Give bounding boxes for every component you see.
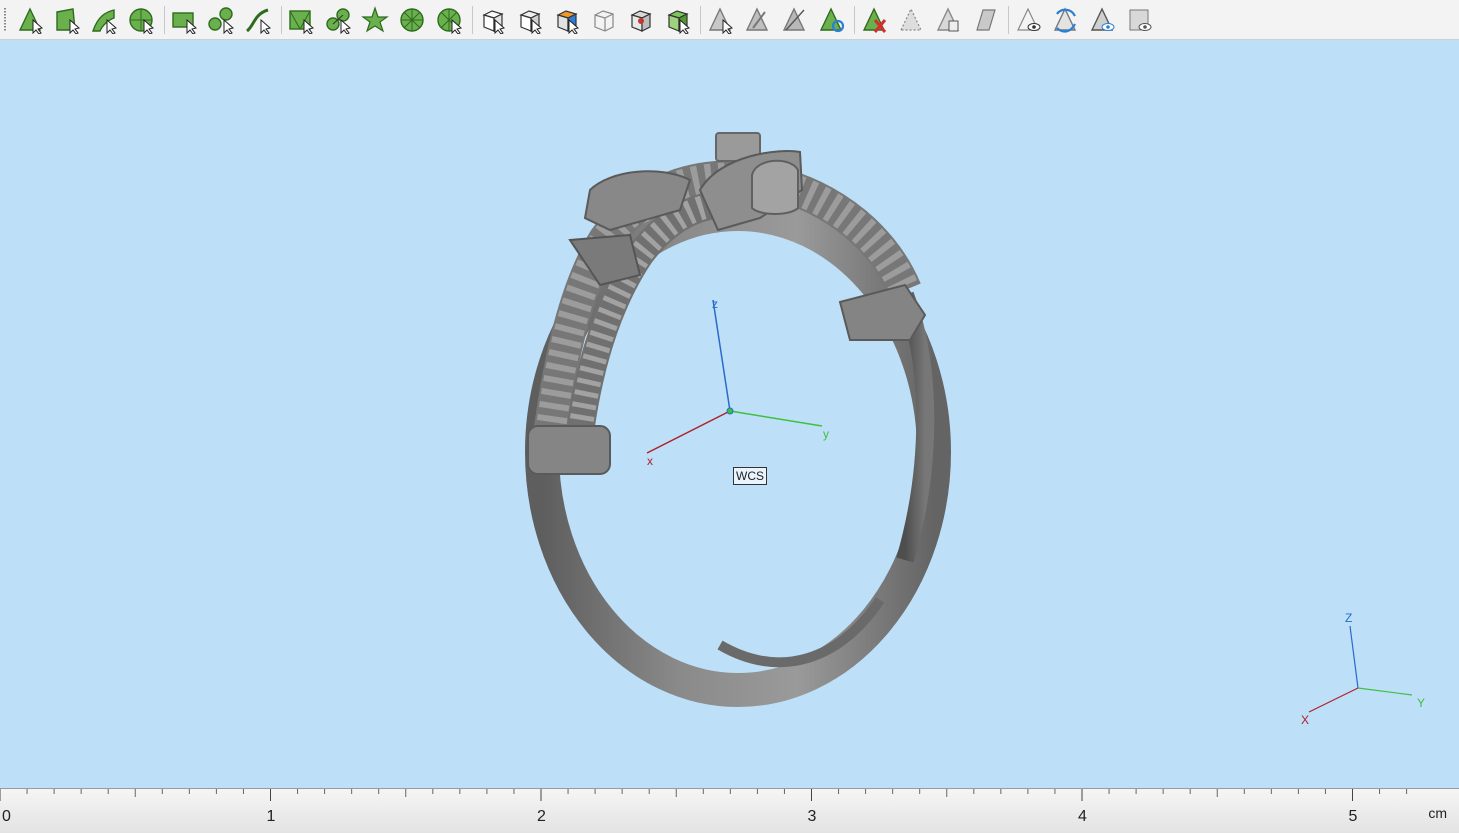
- mesh-vertex-button[interactable]: [322, 4, 354, 36]
- ruler-label: 4: [1078, 808, 1087, 825]
- mesh-radial-icon: [437, 8, 463, 34]
- view-cube-green-button[interactable]: [661, 4, 693, 36]
- view-cube-orange-icon: [556, 10, 580, 34]
- object-arrow-icon: [708, 7, 734, 34]
- view-cube-front-icon: [519, 10, 543, 34]
- mesh-star-button[interactable]: [359, 4, 391, 36]
- copy-object-icon: [936, 7, 960, 32]
- copy-object-button[interactable]: [932, 4, 964, 36]
- ruler-unit: cm: [1428, 805, 1447, 821]
- delete-object-button[interactable]: [858, 4, 890, 36]
- view-cube-red-button[interactable]: [624, 4, 656, 36]
- toolbar-separator: [1008, 6, 1009, 34]
- select-solid-button[interactable]: [125, 4, 157, 36]
- wcs-x-label: x: [647, 454, 653, 468]
- view-cube-wire-icon: [594, 10, 614, 32]
- orientation-gizmo: [1308, 625, 1413, 713]
- frame-object-icon: [1129, 9, 1152, 31]
- object-edit-button[interactable]: [969, 4, 1001, 36]
- select-edge-button[interactable]: [88, 4, 120, 36]
- object-arrow-button[interactable]: [704, 4, 736, 36]
- select-face-button[interactable]: [51, 4, 83, 36]
- mesh-select-button[interactable]: [285, 4, 317, 36]
- mesh-radial-button[interactable]: [433, 4, 465, 36]
- wcs-origin[interactable]: [726, 407, 734, 415]
- toolbar-separator: [854, 6, 855, 34]
- curve-tool-icon: [245, 8, 272, 34]
- select-vertex-button[interactable]: [14, 4, 46, 36]
- show-object-button[interactable]: [1012, 4, 1044, 36]
- frame-object-button[interactable]: [1123, 4, 1155, 36]
- ruler-label: 2: [537, 808, 546, 825]
- ruler-label: 3: [807, 808, 817, 825]
- rectangle-tool-icon: [172, 12, 198, 34]
- object-edit-icon: [976, 9, 996, 31]
- toolbar-separator: [700, 6, 701, 34]
- ruler-label: 5: [1348, 808, 1358, 825]
- select-edge-icon: [92, 9, 118, 34]
- gizmo-z-label: Z: [1345, 611, 1353, 625]
- wcs-z-label: z: [712, 297, 718, 311]
- hide-object-button[interactable]: [895, 4, 927, 36]
- view-cube-wire-button[interactable]: [587, 4, 619, 36]
- view-cube-red-icon: [630, 10, 652, 32]
- wcs-x-axis: [646, 410, 731, 454]
- mesh-wheel-button[interactable]: [396, 4, 428, 36]
- spline-tool-button[interactable]: [205, 4, 237, 36]
- wcs-label: WCS: [733, 467, 767, 485]
- object-arrow-alt-icon: [745, 7, 769, 31]
- gizmo-y-label: Y: [1417, 696, 1426, 710]
- object-arrow-grey-button[interactable]: [778, 4, 810, 36]
- object-arrow-grey-icon: [782, 7, 806, 31]
- object-arrow-alt-button[interactable]: [741, 4, 773, 36]
- gizmo-x-axis: [1308, 687, 1359, 713]
- delete-object-icon: [862, 7, 887, 33]
- select-solid-icon: [129, 8, 155, 34]
- view-cube-white-button[interactable]: [476, 4, 508, 36]
- toolbar-separator: [281, 6, 282, 34]
- mesh-select-icon: [289, 10, 315, 34]
- 3d-viewport[interactable]: z y x WCS Z Y X: [0, 40, 1459, 788]
- gizmo-x-label: X: [1301, 713, 1310, 727]
- main-toolbar: [0, 0, 1459, 40]
- wcs-axes: [646, 299, 823, 454]
- mesh-wheel-icon: [400, 8, 424, 32]
- show-object-icon: [1017, 7, 1041, 31]
- wcs-z-axis: [712, 299, 731, 412]
- left-band-clasp[interactable]: [527, 425, 611, 475]
- view-cube-green-icon: [667, 10, 691, 34]
- ruler-label: 1: [266, 808, 276, 825]
- bottom-ruler: cm 0 1 2 3 4 5: [0, 788, 1459, 833]
- rectangle-tool-button[interactable]: [168, 4, 200, 36]
- wcs-y-label: y: [823, 427, 829, 441]
- toolbar-separator: [164, 6, 165, 34]
- eye-object-icon: [1090, 7, 1115, 31]
- select-face-icon: [56, 8, 81, 34]
- top-setting-cap[interactable]: [751, 159, 799, 215]
- toolbar-separator: [472, 6, 473, 34]
- view-cube-white-icon: [482, 10, 506, 34]
- spline-tool-icon: [208, 7, 235, 34]
- wcs-y-axis: [729, 410, 823, 427]
- toolbar-grip[interactable]: [4, 8, 6, 32]
- swap-visibility-icon: [1053, 7, 1077, 33]
- mesh-vertex-icon: [326, 8, 352, 34]
- object-refresh-icon: [819, 7, 845, 33]
- hide-object-icon: [900, 7, 922, 31]
- view-cube-orange-button[interactable]: [550, 4, 582, 36]
- select-vertex-icon: [18, 7, 44, 34]
- object-refresh-button[interactable]: [815, 4, 847, 36]
- eye-object-button[interactable]: [1086, 4, 1118, 36]
- gizmo-y-axis: [1357, 687, 1413, 696]
- mesh-star-icon: [361, 6, 389, 33]
- ruler-ticks: [0, 789, 1408, 801]
- view-cube-front-button[interactable]: [513, 4, 545, 36]
- swap-visibility-button[interactable]: [1049, 4, 1081, 36]
- ruler-label: 0: [2, 808, 11, 825]
- gizmo-z-axis: [1349, 625, 1359, 689]
- scene-canvas[interactable]: [0, 40, 1459, 788]
- curve-tool-button[interactable]: [242, 4, 274, 36]
